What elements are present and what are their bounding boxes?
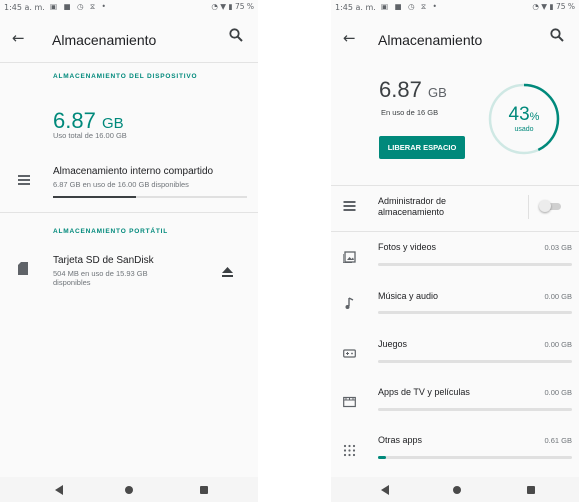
nav-back-icon[interactable]	[55, 485, 63, 495]
app-bar-divider	[0, 62, 258, 63]
category-usage-bar	[378, 456, 572, 459]
system-status-icons: ◔ ▼ ▮ 75 %	[532, 2, 575, 11]
nav-home-icon[interactable]	[125, 486, 133, 494]
category-size: 0.03 GB	[544, 243, 572, 252]
page-title: Almacenamiento	[378, 32, 483, 48]
category-label: Fotos y videos	[378, 242, 437, 252]
category-size: 0.00 GB	[544, 292, 572, 301]
search-icon[interactable]	[228, 27, 244, 43]
internal-storage-bar	[53, 196, 247, 198]
nav-home-icon[interactable]	[453, 486, 461, 494]
search-icon[interactable]	[549, 27, 565, 43]
navigation-bar	[331, 477, 579, 502]
sd-card-icon	[18, 262, 28, 275]
category-usage-bar	[378, 311, 572, 314]
used-storage-value: 6.87 GB	[379, 77, 447, 103]
device-storage-section-label: ALMACENAMIENTO DEL DISPOSITIVO	[53, 73, 198, 80]
used-of-text: En uso de 16 GB	[381, 108, 439, 117]
category-label: Juegos	[378, 339, 408, 349]
portable-storage-section-label: ALMACENAMIENTO PORTÁTIL	[53, 228, 169, 235]
apps-grid-icon	[343, 444, 356, 457]
usage-percent-label: usado	[514, 126, 534, 133]
category-label: Otras apps	[378, 435, 423, 445]
internal-storage-bar-fill	[53, 196, 137, 198]
app-bar: ← Almacenamiento	[0, 16, 258, 60]
nav-recents-icon[interactable]	[527, 486, 535, 494]
category-usage-bar	[378, 360, 572, 363]
row-divider	[331, 231, 579, 232]
battery-level: 75 %	[234, 2, 254, 11]
usage-percent: 43%	[487, 104, 561, 126]
back-arrow-icon[interactable]: ←	[12, 29, 25, 47]
back-arrow-icon[interactable]: ←	[343, 29, 356, 47]
app-bar: ← Almacenamiento	[331, 16, 579, 60]
storage-list-icon	[343, 201, 356, 211]
internal-storage-subtitle: 6.87 GB en uso de 16.00 GB disponibles	[53, 180, 189, 189]
category-usage-bar	[378, 263, 572, 266]
usage-percent-number: 43	[508, 104, 530, 125]
battery-level: 75 %	[555, 2, 575, 11]
category-size: 0.00 GB	[544, 388, 572, 397]
storage-manager-line1: Administrador de	[378, 196, 447, 206]
section-divider	[0, 212, 258, 213]
usage-percent-symbol: %	[529, 111, 540, 123]
used-storage-unit: GB	[427, 85, 447, 100]
category-size: 0.00 GB	[544, 340, 572, 349]
eject-icon[interactable]	[222, 267, 233, 277]
storage-overview-screen: 1:45 a. m. ▣ ■ ◷ ⧖ • ◔ ▼ ▮ 75 % ← Almace…	[0, 0, 258, 502]
used-storage-unit: GB	[101, 115, 124, 132]
storage-manager-line2: almacenamiento	[378, 207, 445, 217]
category-label: Música y audio	[378, 291, 439, 301]
storage-list-icon	[18, 175, 30, 185]
used-storage-number: 6.87	[53, 108, 96, 133]
photo-icon	[343, 251, 356, 263]
movie-icon	[343, 396, 356, 408]
status-bar: 1:45 a. m. ▣ ■ ◷ ⧖ • ◔ ▼ ▮ 75 %	[331, 0, 579, 14]
storage-detail-screen: 1:45 a. m. ▣ ■ ◷ ⧖ • ◔ ▼ ▮ 75 % ← Almace…	[331, 0, 579, 502]
music-note-icon	[345, 297, 354, 309]
notification-icons: ▣ ■ ◷ ⧖ •	[50, 2, 108, 11]
toggle-thumb	[539, 200, 551, 212]
gamepad-icon	[343, 349, 356, 358]
toggle-divider	[528, 195, 529, 219]
used-storage-number: 6.87	[379, 77, 422, 102]
category-usage-bar-fill	[378, 456, 386, 459]
internal-storage-title: Almacenamiento interno compartido	[53, 166, 214, 177]
nav-back-icon[interactable]	[381, 485, 389, 495]
notification-icons: ▣ ■ ◷ ⧖ •	[381, 2, 439, 11]
sd-card-title: Tarjeta SD de SanDisk	[53, 255, 154, 266]
used-total-text: Uso total de 16.00 GB	[53, 131, 127, 140]
category-size: 0.61 GB	[544, 436, 572, 445]
sd-card-usage-line2: disponibles	[53, 278, 91, 287]
page-title: Almacenamiento	[52, 32, 157, 48]
category-label: Apps de TV y películas	[378, 387, 470, 397]
status-bar: 1:45 a. m. ▣ ■ ◷ ⧖ • ◔ ▼ ▮ 75 %	[0, 0, 258, 14]
category-usage-bar	[378, 408, 572, 411]
free-up-space-button[interactable]: LIBERAR ESPACIO	[379, 136, 465, 159]
status-time: 1:45 a. m.	[335, 3, 376, 12]
sd-card-usage-line1: 504 MB en uso de 15.93 GB	[53, 269, 148, 278]
system-status-icons: ◔ ▼ ▮ 75 %	[211, 2, 254, 11]
status-time: 1:45 a. m.	[4, 3, 45, 12]
section-divider	[331, 185, 579, 186]
navigation-bar	[0, 477, 258, 502]
nav-recents-icon[interactable]	[200, 486, 208, 494]
